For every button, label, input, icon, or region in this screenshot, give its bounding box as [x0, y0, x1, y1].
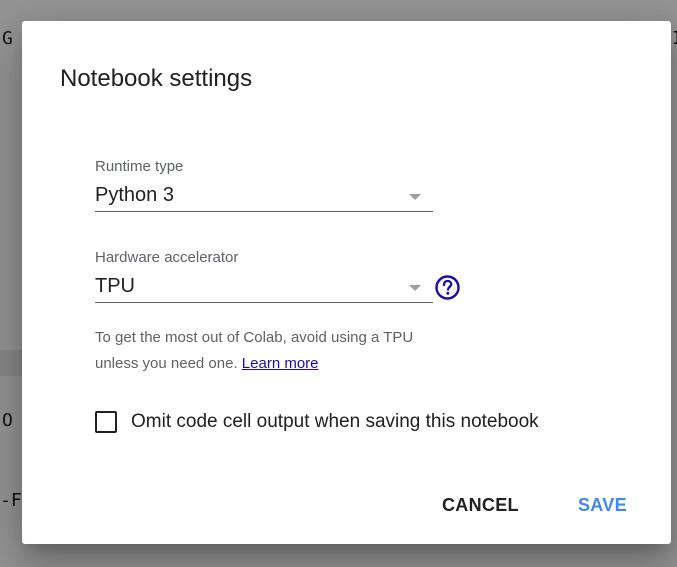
dialog-title: Notebook settings [60, 65, 253, 92]
runtime-type-field[interactable]: Runtime type Python 3 [95, 158, 433, 212]
chevron-down-icon[interactable] [409, 285, 421, 291]
omit-output-option[interactable]: Omit code cell output when saving this n… [95, 411, 539, 433]
hardware-accelerator-label: Hardware accelerator [95, 249, 239, 266]
omit-output-label[interactable]: Omit code cell output when saving this n… [131, 411, 539, 433]
save-button[interactable]: SAVE [570, 491, 635, 520]
learn-more-link[interactable]: Learn more [242, 355, 319, 372]
chevron-down-icon[interactable] [409, 194, 421, 200]
runtime-type-label: Runtime type [95, 158, 184, 175]
hardware-accelerator-select[interactable]: TPU [95, 274, 433, 303]
runtime-type-select[interactable]: Python 3 [95, 183, 433, 212]
runtime-type-value: Python 3 [95, 184, 174, 206]
cancel-button[interactable]: CANCEL [434, 491, 527, 520]
hardware-accelerator-field[interactable]: Hardware accelerator TPU [95, 249, 433, 303]
notebook-settings-dialog: Notebook settings Runtime type Python 3 … [22, 21, 671, 544]
hardware-accelerator-value: TPU [95, 275, 135, 297]
tpu-hint: To get the most out of Colab, avoid usin… [95, 325, 455, 377]
help-circle-icon[interactable] [435, 275, 460, 300]
omit-output-checkbox[interactable] [95, 411, 117, 433]
